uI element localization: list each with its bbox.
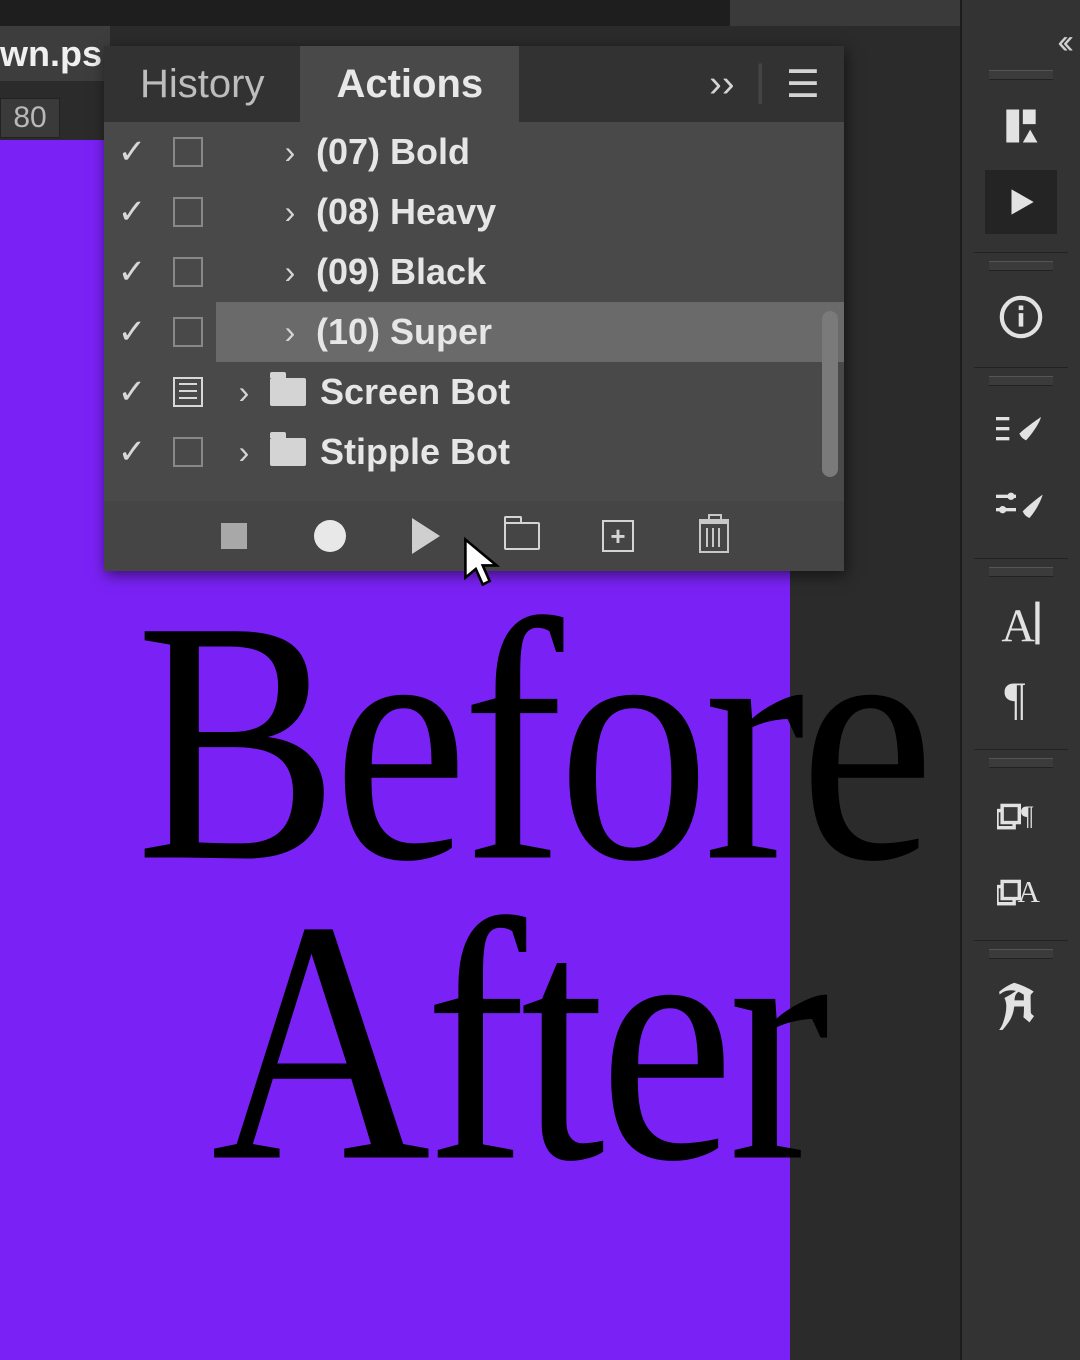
history-panel-button[interactable] (985, 94, 1057, 158)
action-set-row[interactable]: ✓ › Stipple Bot (104, 422, 844, 482)
drag-handle-icon[interactable] (989, 949, 1053, 959)
character-styles-button[interactable]: A (985, 858, 1057, 922)
panel-menu-icon[interactable]: ☰ (786, 62, 820, 107)
folder-icon (504, 522, 540, 550)
svg-text:A: A (1001, 601, 1035, 648)
play-button[interactable] (401, 511, 451, 561)
brush-settings-icon (996, 488, 1046, 528)
action-label: (07) Bold (316, 131, 470, 173)
dialog-toggle[interactable] (173, 257, 203, 287)
action-label: Stipple Bot (320, 431, 510, 473)
history-icon (999, 104, 1043, 148)
glyphs-icon: A (997, 980, 1045, 1030)
pilcrow-icon: ¶ (1001, 676, 1041, 722)
actions-list: ✓ › (07) Bold ✓ › (08) Heavy ✓ › (09) Bl… (104, 122, 844, 501)
action-row[interactable]: ✓ › (09) Black (104, 242, 844, 302)
tab-actions-label: Actions (336, 62, 483, 107)
brush-settings-button[interactable] (985, 476, 1057, 540)
chevron-right-icon[interactable]: › (232, 374, 256, 411)
chevron-right-icon[interactable]: › (232, 434, 256, 471)
svg-text:A: A (998, 980, 1035, 1030)
action-label: Screen Bot (320, 371, 510, 413)
svg-text:¶: ¶ (1021, 800, 1034, 830)
brushes-panel-button[interactable] (985, 400, 1057, 464)
svg-text:¶: ¶ (1004, 676, 1025, 722)
drag-handle-icon[interactable] (989, 376, 1053, 386)
drag-handle-icon[interactable] (989, 758, 1053, 768)
svg-text:A: A (1018, 875, 1041, 909)
play-icon (1002, 183, 1040, 221)
drag-handle-icon[interactable] (989, 567, 1053, 577)
paragraph-panel-button[interactable]: ¶ (985, 667, 1057, 731)
paragraph-styles-icon: ¶ (997, 792, 1045, 836)
delete-button[interactable] (689, 511, 739, 561)
action-row[interactable]: ✓ › (07) Bold (104, 122, 844, 182)
chevron-right-icon[interactable]: › (278, 194, 302, 231)
right-dock: ‹‹ A ¶ ¶ (960, 0, 1080, 1360)
new-set-button[interactable] (497, 511, 547, 561)
checkmark-icon[interactable]: ✓ (118, 372, 147, 412)
checkmark-icon[interactable]: ✓ (118, 432, 147, 472)
ruler: 80 (0, 98, 60, 138)
trash-icon (699, 519, 729, 553)
character-styles-icon: A (997, 868, 1045, 912)
chevron-right-icon[interactable]: › (278, 314, 302, 351)
chevron-right-icon[interactable]: › (278, 254, 302, 291)
tab-history[interactable]: History (104, 46, 300, 122)
document-tab-label: wn.ps (0, 33, 102, 75)
action-row[interactable]: ✓ › (08) Heavy (104, 182, 844, 242)
document-tab[interactable]: wn.ps (0, 26, 110, 81)
dialog-toggle[interactable] (173, 317, 203, 347)
record-button[interactable] (305, 511, 355, 561)
canvas-text-after[interactable]: After (211, 883, 824, 1201)
checkmark-icon[interactable]: ✓ (118, 192, 147, 232)
tab-history-label: History (140, 62, 264, 107)
action-label: (09) Black (316, 251, 486, 293)
collapse-dock-icon[interactable]: ‹‹ (1057, 23, 1068, 62)
folder-icon (270, 378, 306, 406)
expand-tabs-icon[interactable]: ›› (709, 63, 734, 106)
action-row[interactable]: ✓ › (10) Super (104, 302, 844, 362)
actions-panel-button[interactable] (985, 170, 1057, 234)
play-icon (412, 518, 440, 554)
scrollbar-thumb[interactable] (822, 311, 838, 477)
stop-icon (221, 523, 247, 549)
stop-button[interactable] (209, 511, 259, 561)
dialog-toggle-on[interactable] (173, 377, 203, 407)
info-icon (998, 294, 1044, 340)
info-panel-button[interactable] (985, 285, 1057, 349)
text-cursor-icon: A (999, 598, 1043, 648)
glyphs-panel-button[interactable]: A (985, 973, 1057, 1037)
checkmark-icon[interactable]: ✓ (118, 132, 147, 172)
tab-actions[interactable]: Actions (300, 46, 519, 122)
plus-icon: + (602, 520, 634, 552)
character-panel-button[interactable]: A (985, 591, 1057, 655)
ruler-tick-label: 80 (13, 101, 46, 135)
action-set-row[interactable]: ✓ › Screen Bot (104, 362, 844, 422)
dialog-toggle[interactable] (173, 137, 203, 167)
actions-footer: + (104, 501, 844, 571)
paragraph-styles-button[interactable]: ¶ (985, 782, 1057, 846)
drag-handle-icon[interactable] (989, 261, 1053, 271)
action-label: (08) Heavy (316, 191, 496, 233)
new-action-button[interactable]: + (593, 511, 643, 561)
drag-handle-icon[interactable] (989, 70, 1053, 80)
actions-panel: History Actions ›› | ☰ ✓ › (07) Bold ✓ › (104, 46, 844, 571)
dialog-toggle[interactable] (173, 437, 203, 467)
record-icon (314, 520, 346, 552)
folder-icon (270, 438, 306, 466)
checkmark-icon[interactable]: ✓ (118, 312, 147, 352)
panel-tab-bar: History Actions ›› | ☰ (104, 46, 844, 122)
brush-list-icon (996, 411, 1046, 453)
checkmark-icon[interactable]: ✓ (118, 252, 147, 292)
action-label: (10) Super (316, 311, 492, 353)
chevron-right-icon[interactable]: › (278, 134, 302, 171)
tab-separator: | (754, 56, 765, 106)
dialog-toggle[interactable] (173, 197, 203, 227)
